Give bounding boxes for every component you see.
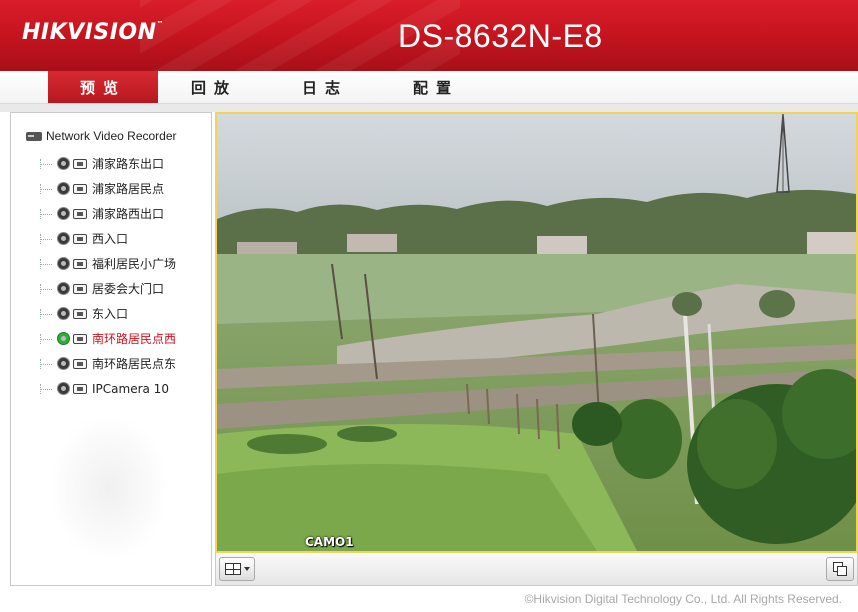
camera-live-icon[interactable] xyxy=(57,332,70,345)
footer: ©Hikvision Digital Technology Co., Ltd. … xyxy=(0,586,858,612)
chevron-down-icon xyxy=(243,567,250,571)
camera-label: 福利居民小广场 xyxy=(92,257,177,271)
record-icon[interactable] xyxy=(73,158,87,169)
camera-label: 南环路居民点东 xyxy=(92,357,177,371)
fullscreen-icon xyxy=(833,562,847,576)
camera-status-icon[interactable] xyxy=(57,257,70,270)
record-icon[interactable] xyxy=(73,183,87,194)
camera-status-icon[interactable] xyxy=(57,207,70,220)
tree-root-label: Network Video Recorder xyxy=(46,129,177,143)
camera-label: 浦家路居民点 xyxy=(92,182,165,196)
record-icon[interactable] xyxy=(73,333,87,344)
tab-configuration[interactable]: 配置 xyxy=(381,71,491,103)
nvr-device-icon xyxy=(26,131,42,141)
record-icon[interactable] xyxy=(73,208,87,219)
tree-connector-icon xyxy=(37,333,55,345)
camera-status-icon[interactable] xyxy=(57,382,70,395)
content-background xyxy=(0,104,858,112)
camera-status-icon[interactable] xyxy=(57,282,70,295)
record-icon[interactable] xyxy=(73,233,87,244)
fullscreen-button[interactable] xyxy=(826,557,854,581)
record-icon[interactable] xyxy=(73,258,87,269)
video-feed-image xyxy=(217,114,856,551)
layout-select-button[interactable] xyxy=(219,557,255,581)
camera-item[interactable]: 浦家路居民点 xyxy=(37,176,176,201)
tree-connector-icon xyxy=(37,158,55,170)
camera-item[interactable]: 东入口 xyxy=(37,301,176,326)
camera-label: 西入口 xyxy=(92,232,129,246)
record-icon[interactable] xyxy=(73,358,87,369)
tab-preview[interactable]: 预览 xyxy=(48,71,158,103)
camera-status-icon[interactable] xyxy=(57,357,70,370)
tree-connector-icon xyxy=(37,383,55,395)
camera-item[interactable]: 南环路居民点东 xyxy=(37,351,176,376)
tree-root-nvr[interactable]: Network Video Recorder xyxy=(26,128,177,144)
camera-item[interactable]: IPCamera 10 xyxy=(37,376,176,401)
record-icon[interactable] xyxy=(73,283,87,294)
camera-status-icon[interactable] xyxy=(57,182,70,195)
app-header: HIKVISION™ DS-8632N-E8 xyxy=(0,0,858,71)
tab-log[interactable]: 日志 xyxy=(270,71,380,103)
sidebar-watermark xyxy=(49,413,169,563)
tree-connector-icon xyxy=(37,208,55,220)
camera-label: 居委会大门口 xyxy=(92,282,165,296)
tree-connector-icon xyxy=(37,258,55,270)
camera-item[interactable]: 西入口 xyxy=(37,226,176,251)
live-video-window[interactable]: CAMO1 xyxy=(215,112,858,553)
main-nav: 预览 回放 日志 配置 xyxy=(0,71,858,104)
camera-list: 浦家路东出口 浦家路居民点 浦家路西出口 西入口 福利居民小广场 居委会大门口 … xyxy=(37,151,176,401)
video-toolbar xyxy=(215,553,858,586)
device-model-title: DS-8632N-E8 xyxy=(398,18,603,54)
camera-status-icon[interactable] xyxy=(57,232,70,245)
tree-connector-icon xyxy=(37,183,55,195)
device-tree-panel: Network Video Recorder 浦家路东出口 浦家路居民点 浦家路… xyxy=(10,112,212,586)
camera-label: 浦家路东出口 xyxy=(92,157,165,171)
copyright-text: ©Hikvision Digital Technology Co., Ltd. … xyxy=(524,592,842,606)
camera-label: 浦家路西出口 xyxy=(92,207,165,221)
camera-status-icon[interactable] xyxy=(57,307,70,320)
camera-label: IPCamera 10 xyxy=(92,381,169,396)
camera-label: 南环路居民点西 xyxy=(92,332,177,346)
camera-status-icon[interactable] xyxy=(57,157,70,170)
tab-playback[interactable]: 回放 xyxy=(159,71,269,103)
camera-item[interactable]: 浦家路西出口 xyxy=(37,201,176,226)
camera-label: 东入口 xyxy=(92,307,129,321)
tree-connector-icon xyxy=(37,308,55,320)
camera-item[interactable]: 浦家路东出口 xyxy=(37,151,176,176)
hikvision-logo: HIKVISION™ xyxy=(22,20,165,45)
record-icon[interactable] xyxy=(73,308,87,319)
record-icon[interactable] xyxy=(73,383,87,394)
camera-item-active[interactable]: 南环路居民点西 xyxy=(37,326,176,351)
camera-item[interactable]: 居委会大门口 xyxy=(37,276,176,301)
camera-item[interactable]: 福利居民小广场 xyxy=(37,251,176,276)
tree-connector-icon xyxy=(37,233,55,245)
grid-layout-icon xyxy=(224,563,241,575)
tree-connector-icon xyxy=(37,283,55,295)
camera-osd-label: CAMO1 xyxy=(305,535,354,549)
tree-connector-icon xyxy=(37,358,55,370)
